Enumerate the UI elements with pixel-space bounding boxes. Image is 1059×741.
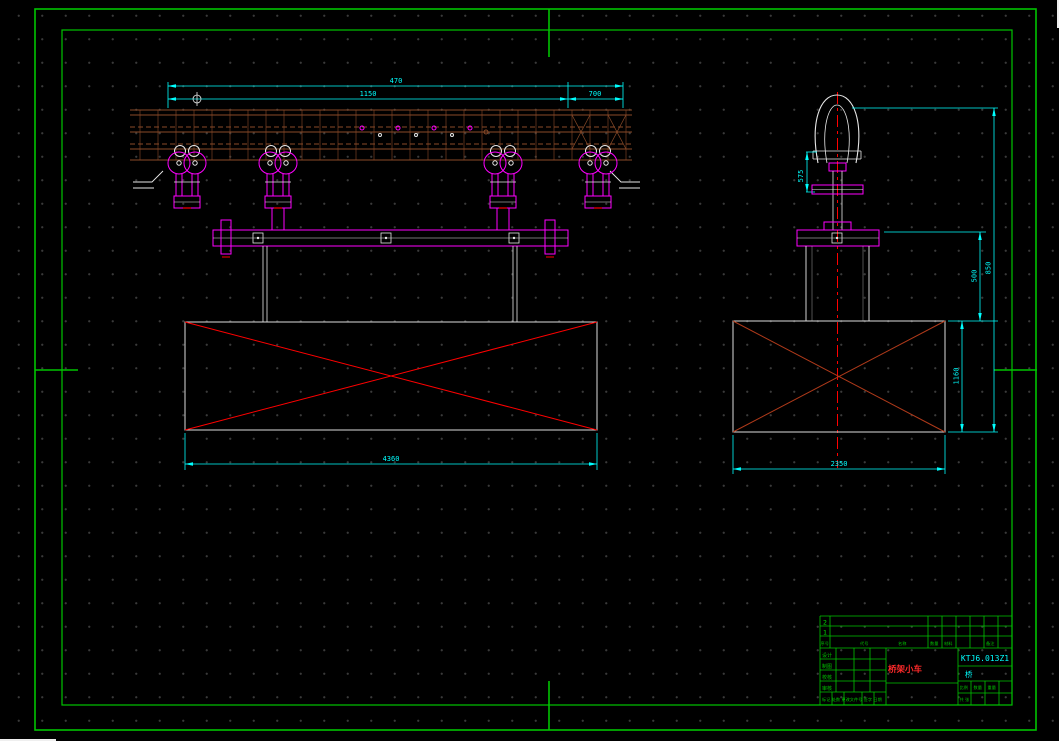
signature-row-draw: 制图: [822, 663, 832, 670]
parts-row-no-2: 1: [823, 629, 827, 637]
left-end-bracket: [133, 170, 164, 189]
info-label-sheet: 共 张: [960, 696, 971, 703]
front-load-box: [184, 321, 598, 431]
dim-label-front-bottom: 4360: [383, 455, 400, 463]
crossbeam: [212, 219, 569, 258]
dim-label-side-bottom: 2350: [831, 460, 848, 468]
dim-label-side-lower: 1160: [953, 368, 961, 385]
signature-row-design: 设计: [822, 652, 832, 659]
hook: [812, 94, 862, 164]
parts-header-seq: 序号: [821, 640, 829, 647]
wheel-group-2: [258, 144, 298, 209]
dim-label-hook: 575: [797, 170, 805, 183]
signature-row-audit: 审核: [822, 685, 832, 692]
title-block: 2 1 序号 代号 名称 数量 材料 备注 设计 制图 校核 审核 标记 处数 …: [819, 615, 1012, 705]
side-view: 575 1160 500 850 2350: [732, 92, 998, 474]
dim-label-front-top-left: 1150: [360, 90, 377, 98]
drawing-number: KTJ6.013Z1: [961, 654, 1009, 663]
drawing-svg: 470 1150 700 4360 575 1160 500 850 2350 …: [34, 8, 1037, 731]
material-label: 桥: [965, 669, 973, 679]
front-view: 470 1150 700 4360: [130, 77, 640, 470]
hanger-rods: [262, 246, 518, 322]
drawing-title: 桥架小车: [888, 664, 923, 675]
cad-canvas[interactable]: 470 1150 700 4360 575 1160 500 850 2350 …: [0, 0, 1059, 741]
wheel-group-1: [167, 144, 207, 209]
parts-header-qty: 数量: [930, 640, 938, 647]
parts-header-code: 代号: [860, 640, 868, 647]
front-top-dimensions: [167, 82, 624, 108]
right-end-bracket: [609, 170, 640, 189]
beam-fittings: [359, 125, 489, 137]
side-load-box: [732, 320, 946, 433]
signature-row-check: 校核: [822, 674, 832, 681]
front-bottom-dimension: [184, 433, 598, 470]
dim-label-side-overall: 850: [985, 262, 993, 275]
dim-label-side-upper: 500: [971, 270, 979, 283]
dim-label-front-top-right: 700: [589, 90, 602, 98]
suspension: [811, 162, 864, 230]
parts-header-name: 名称: [898, 640, 906, 647]
dim-label-front-top-overall: 470: [390, 77, 403, 85]
wheel-groups: [167, 144, 618, 230]
wheel-group-4: [578, 144, 618, 209]
parts-header-note: 备注: [986, 640, 995, 647]
info-label-scale: 比例: [960, 684, 968, 691]
parts-row-no-1: 2: [823, 619, 827, 627]
parts-header-material: 材料: [944, 640, 953, 647]
info-label-weight: 重量: [988, 684, 996, 691]
info-label-qty: 数量: [974, 684, 982, 691]
side-bottom-dimension: [732, 435, 946, 474]
wheel-group-3: [483, 144, 523, 209]
title-block-bottom-labels: 标记 处数 更改文件号 签字 日期: [822, 696, 882, 703]
